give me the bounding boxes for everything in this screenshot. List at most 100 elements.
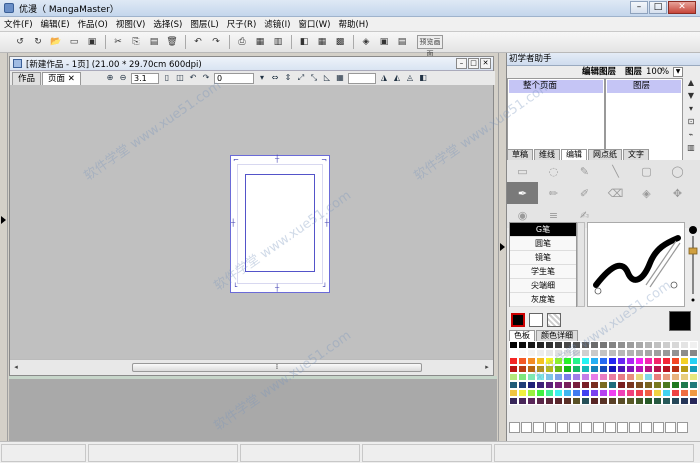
palette-swatch[interactable] [653, 381, 662, 389]
palette-swatch[interactable] [545, 389, 554, 397]
expand-left-icon[interactable] [1, 216, 6, 224]
palette-swatch[interactable] [572, 389, 581, 397]
custom-swatch[interactable] [665, 422, 676, 433]
scroll-thumb[interactable]: ⁞ [132, 363, 422, 372]
palette-swatch[interactable] [680, 389, 689, 397]
palette-swatch[interactable] [635, 381, 644, 389]
palette-swatch[interactable] [581, 381, 590, 389]
palette-swatch[interactable] [518, 349, 527, 357]
palette-swatch[interactable] [671, 341, 680, 349]
rect-select-icon[interactable]: ▭ [507, 160, 538, 182]
palette-swatch[interactable] [617, 373, 626, 381]
list-item[interactable]: 灰度笔 [510, 293, 576, 307]
palette-swatch[interactable] [635, 365, 644, 373]
custom-swatch[interactable] [641, 422, 652, 433]
new-icon[interactable]: ↺ [13, 35, 27, 49]
palette-swatch[interactable] [635, 349, 644, 357]
palette-swatch[interactable] [518, 373, 527, 381]
palette-swatch[interactable] [662, 365, 671, 373]
palette-swatch[interactable] [527, 397, 536, 405]
list-item[interactable]: 学生笔 [510, 265, 576, 279]
palette-swatch[interactable] [590, 381, 599, 389]
palette-swatch[interactable] [572, 357, 581, 365]
palette-swatch[interactable] [635, 341, 644, 349]
palette-swatch[interactable] [518, 397, 527, 405]
palette-swatch[interactable] [644, 397, 653, 405]
palette-swatch[interactable] [554, 365, 563, 373]
rotate-cw-icon[interactable]: ↷ [201, 73, 211, 83]
palette-swatch[interactable] [653, 349, 662, 357]
flip-h-icon[interactable]: ⇔ [270, 73, 280, 83]
settings-icon[interactable]: ▤ [395, 35, 409, 49]
page-paper[interactable]: ⌐ ┼ ¬ ┼ ┼ └ ┼ ┘ [230, 155, 330, 293]
pages-item[interactable]: 整个页面 [509, 80, 603, 93]
palette-swatch[interactable] [509, 365, 518, 373]
palette-swatch[interactable] [536, 389, 545, 397]
palette-swatch[interactable] [680, 357, 689, 365]
palette-swatch[interactable] [662, 381, 671, 389]
tab-page[interactable]: 页面 ✕ [42, 72, 81, 85]
palette-swatch[interactable] [653, 397, 662, 405]
palette-swatch[interactable] [554, 357, 563, 365]
palette-swatch[interactable] [527, 389, 536, 397]
zoom-field[interactable]: 3.1 [131, 72, 159, 84]
ruler-icon[interactable]: ◺ [322, 73, 332, 83]
palette-swatch[interactable] [644, 381, 653, 389]
palette-swatch[interactable] [563, 389, 572, 397]
horizontal-scrollbar[interactable]: ◂ ⁞ ▸ [10, 359, 493, 375]
palette-swatch[interactable] [545, 397, 554, 405]
perspective-icon[interactable]: ◭ [392, 73, 402, 83]
palette-swatch[interactable] [536, 349, 545, 357]
menu-layer[interactable]: 图层(L) [186, 18, 222, 30]
palette-swatch[interactable] [635, 389, 644, 397]
palette-swatch[interactable] [644, 341, 653, 349]
zoom-in-icon[interactable]: ⊕ [105, 73, 115, 83]
palette-swatch[interactable] [554, 349, 563, 357]
palette-swatch[interactable] [662, 341, 671, 349]
palette-swatch[interactable] [635, 397, 644, 405]
palette-swatch[interactable] [608, 349, 617, 357]
zoom-dropdown-icon[interactable]: ▼ [673, 67, 683, 77]
palette-swatch[interactable] [662, 397, 671, 405]
palette-swatch[interactable] [608, 341, 617, 349]
flip-icon[interactable]: ◮ [379, 73, 389, 83]
fit-width-icon[interactable]: ◫ [175, 73, 185, 83]
palette-swatch[interactable] [509, 341, 518, 349]
rectangle-icon[interactable]: ▢ [631, 160, 662, 182]
palette-swatch[interactable] [626, 373, 635, 381]
rotation-dropdown-icon[interactable]: ▾ [257, 73, 267, 83]
color-grid-icon[interactable]: ▩ [333, 35, 347, 49]
palette-swatch[interactable] [644, 389, 653, 397]
palette-swatch[interactable] [608, 397, 617, 405]
maximize-button[interactable]: □ [649, 1, 667, 14]
palette-swatch[interactable] [617, 397, 626, 405]
open-file-icon[interactable]: ◈ [359, 35, 373, 49]
palette-swatch[interactable] [536, 365, 545, 373]
palette-swatch[interactable] [626, 389, 635, 397]
rotate-ccw-icon[interactable]: ↶ [188, 73, 198, 83]
palette-swatch[interactable] [680, 349, 689, 357]
palette-swatch[interactable] [599, 397, 608, 405]
fill-icon[interactable]: ◈ [631, 182, 662, 204]
fit-page-icon[interactable]: ▯ [162, 73, 172, 83]
palette-swatch[interactable] [581, 341, 590, 349]
palette-swatch[interactable] [671, 397, 680, 405]
custom-swatch[interactable] [617, 422, 628, 433]
palette-swatch[interactable] [599, 373, 608, 381]
palette-swatch[interactable] [653, 389, 662, 397]
palette-swatch[interactable] [527, 381, 536, 389]
palette-swatch[interactable] [617, 357, 626, 365]
transparent-color-swatch[interactable] [547, 313, 561, 327]
custom-swatch[interactable] [557, 422, 568, 433]
palette-swatch[interactable] [545, 357, 554, 365]
tab-color-detail[interactable]: 颜色详细 [536, 330, 578, 341]
grid-toggle-icon[interactable]: ▦ [335, 73, 345, 83]
canvas-area[interactable]: ⌐ ┼ ¬ ┼ ┼ └ ┼ ┘ [10, 85, 493, 361]
expand-right-icon[interactable] [500, 243, 505, 251]
grid-icon[interactable]: ▦ [315, 35, 329, 49]
palette-swatch[interactable] [653, 365, 662, 373]
palette-swatch[interactable] [608, 389, 617, 397]
palette-swatch[interactable] [680, 373, 689, 381]
palette-swatch[interactable] [518, 357, 527, 365]
palette-swatch[interactable] [554, 389, 563, 397]
